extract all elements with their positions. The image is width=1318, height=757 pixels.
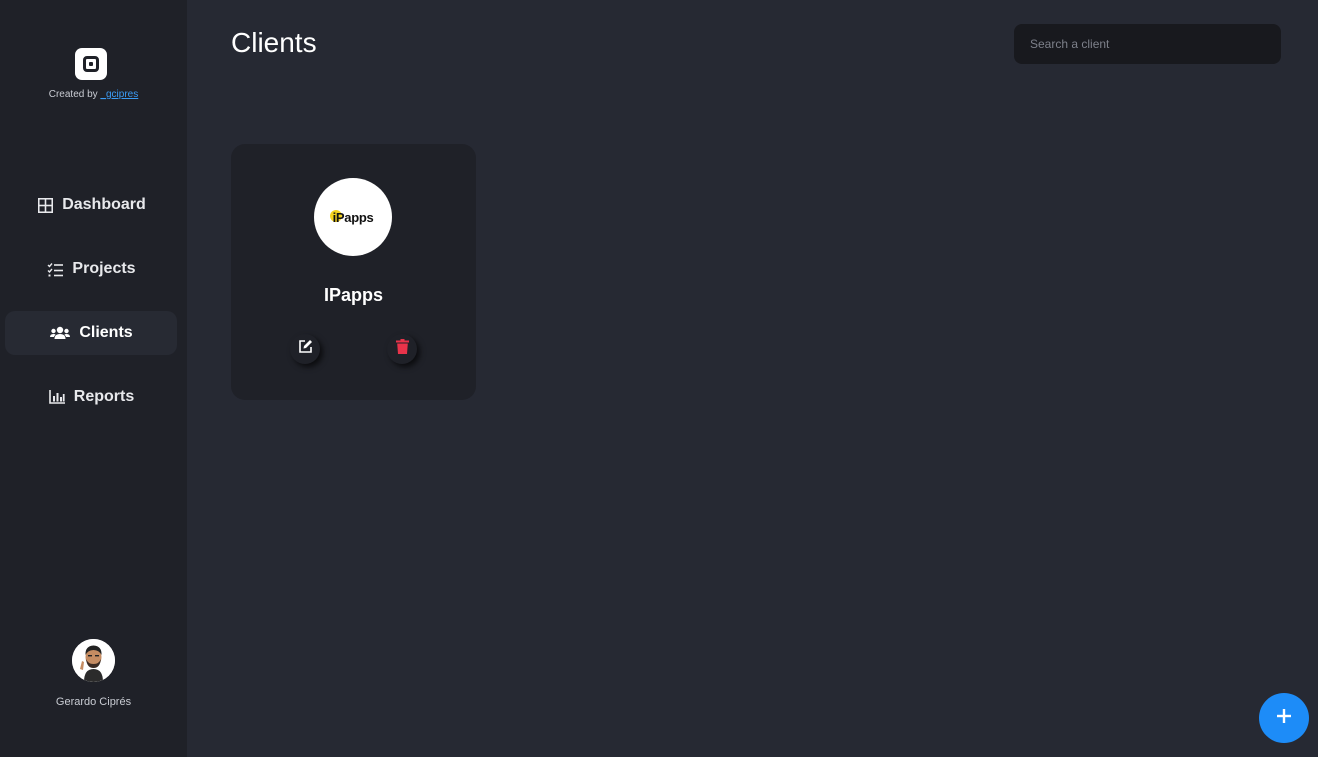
sidebar-item-dashboard[interactable]: Dashboard bbox=[5, 183, 177, 227]
add-client-button[interactable] bbox=[1259, 693, 1309, 743]
edit-icon bbox=[298, 339, 313, 359]
client-name: IPapps bbox=[323, 285, 384, 305]
user-name: Gerardo Ciprés bbox=[55, 696, 132, 708]
page-title: Clients bbox=[231, 27, 317, 58]
avatar[interactable] bbox=[72, 639, 115, 682]
sidebar-item-label: Projects bbox=[72, 260, 136, 277]
grid-icon bbox=[36, 196, 54, 214]
checklist-icon bbox=[46, 260, 64, 278]
search-input[interactable] bbox=[1014, 24, 1281, 64]
delete-button[interactable] bbox=[387, 334, 417, 364]
sidebar-item-label: Reports bbox=[73, 388, 135, 405]
created-by-text: Created by _gcipres bbox=[48, 89, 139, 100]
edit-button[interactable] bbox=[290, 334, 320, 364]
client-card: iPapps IPapps bbox=[231, 144, 476, 400]
users-icon bbox=[49, 324, 71, 342]
sidebar: Created by _gcipres Dashboard Projects C… bbox=[0, 0, 187, 757]
app-logo[interactable] bbox=[75, 48, 107, 80]
sidebar-item-clients[interactable]: Clients bbox=[5, 311, 177, 355]
sidebar-item-reports[interactable]: Reports bbox=[5, 375, 177, 419]
sidebar-item-projects[interactable]: Projects bbox=[5, 247, 177, 291]
trash-icon bbox=[395, 339, 409, 359]
bar-chart-icon bbox=[48, 388, 66, 406]
sidebar-item-label: Dashboard bbox=[62, 196, 146, 213]
client-logo: iPapps bbox=[314, 178, 392, 256]
plus-icon bbox=[1276, 708, 1292, 729]
author-link[interactable]: _gcipres bbox=[100, 89, 138, 100]
sidebar-item-label: Clients bbox=[79, 324, 133, 341]
